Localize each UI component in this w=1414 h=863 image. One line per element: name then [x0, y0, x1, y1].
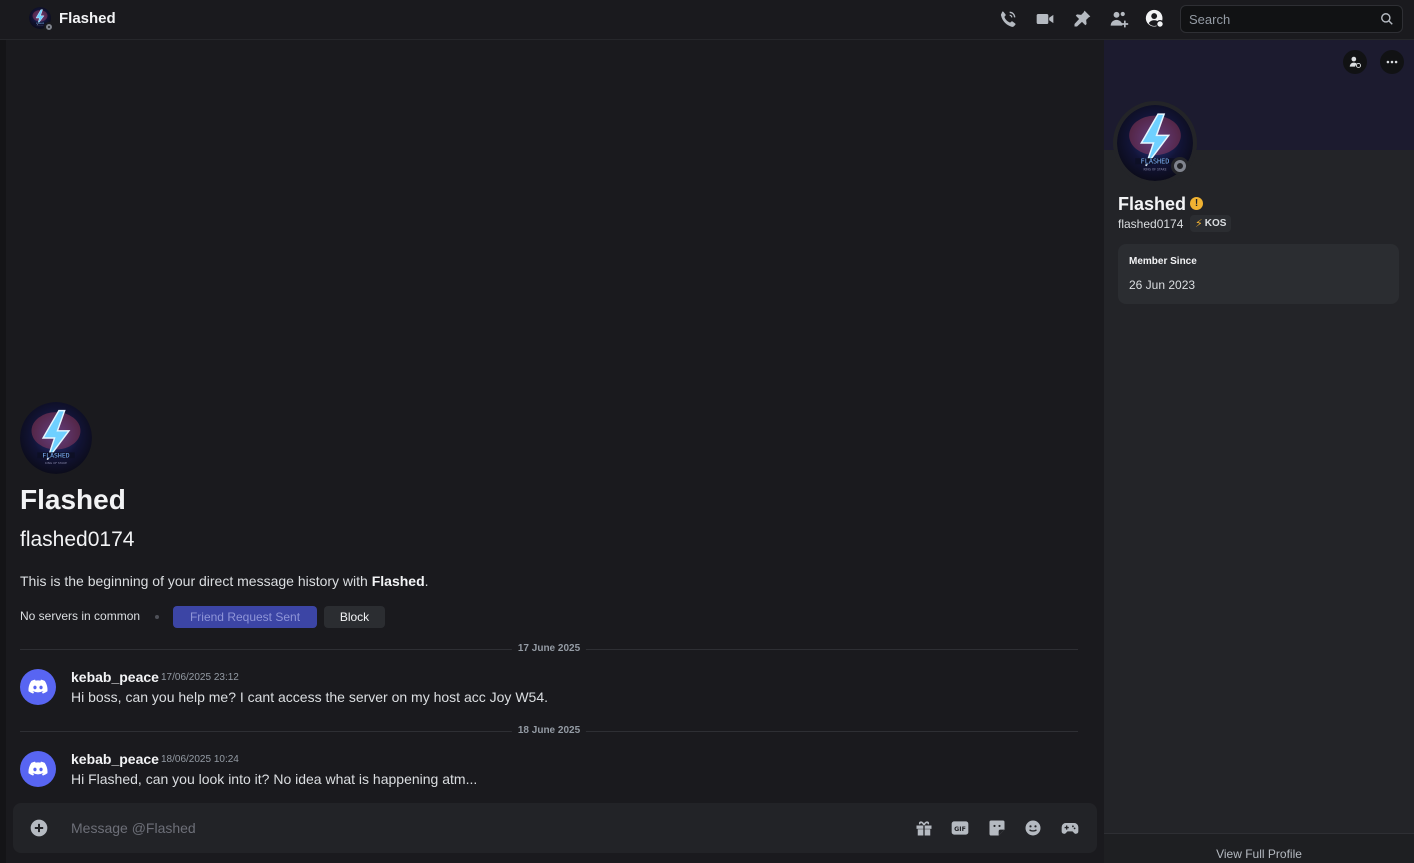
member-since-label: Member Since	[1129, 256, 1197, 267]
intro-avatar	[20, 402, 92, 474]
intro-username: flashed0174	[20, 528, 135, 551]
member-since-card: Member Since 26 Jun 2023	[1118, 244, 1399, 304]
block-button[interactable]: Block	[324, 606, 385, 628]
message-text: Hi Flashed, can you look into it? No ide…	[71, 771, 478, 787]
discord-logo-icon	[27, 676, 49, 698]
emoji-icon[interactable]	[1023, 818, 1043, 838]
friend-request-sent-button[interactable]: Friend Request Sent	[173, 606, 317, 628]
svg-text:GIF: GIF	[954, 826, 966, 833]
message-composer: GIF	[13, 803, 1097, 853]
message-avatar[interactable]	[20, 669, 56, 705]
game-icon[interactable]	[1060, 818, 1080, 838]
profile-display-name: Flashed	[1118, 194, 1187, 214]
add-attachment-icon[interactable]	[29, 818, 49, 838]
message-text: Hi boss, can you help me? I cant access …	[71, 689, 548, 705]
date-divider-label: 17 June 2025	[511, 643, 587, 654]
top-bar: Flashed	[0, 0, 1414, 40]
pin-icon[interactable]	[1072, 9, 1092, 29]
member-since-value: 26 Jun 2023	[1129, 278, 1196, 292]
chat-area: Flashed flashed0174 This is the beginnin…	[6, 40, 1104, 863]
offline-status-icon	[44, 22, 54, 32]
discord-logo-icon	[27, 758, 49, 780]
search-icon	[1381, 13, 1393, 25]
message-author[interactable]: kebab_peace	[71, 669, 159, 685]
flashed-avatar-icon	[20, 402, 92, 474]
message-timestamp: 17/06/2025 23:12	[161, 672, 239, 683]
intro-display-name: Flashed	[20, 484, 126, 515]
gif-icon[interactable]: GIF	[950, 818, 970, 838]
user-profile-icon[interactable]	[1145, 9, 1165, 29]
intro-beginning-name: Flashed	[371, 573, 425, 589]
intro-beginning-end: .	[424, 573, 429, 589]
profile-footer: View Full Profile	[1104, 833, 1414, 863]
profile-username: flashed0174	[1118, 217, 1184, 231]
profile-panel: Flashed ! flashed0174 ⚡ KOS Member Since…	[1104, 40, 1414, 863]
warning-icon[interactable]: !	[1190, 197, 1203, 210]
message-author[interactable]: kebab_peace	[71, 751, 159, 767]
gift-icon[interactable]	[914, 818, 934, 838]
lightning-icon: ⚡	[1195, 218, 1203, 230]
date-divider-label: 18 June 2025	[511, 725, 587, 736]
add-note-icon[interactable]	[1343, 50, 1367, 74]
call-icon[interactable]	[998, 9, 1018, 29]
search-input[interactable]	[1189, 11, 1380, 27]
intro-beginning-prefix: This is the beginning of your direct mes…	[20, 573, 372, 589]
dot-separator	[155, 615, 159, 619]
message-timestamp: 18/06/2025 10:24	[161, 754, 239, 765]
date-divider: 17 June 2025	[20, 643, 1078, 654]
add-friend-icon[interactable]	[1109, 9, 1129, 29]
no-servers-in-common: No servers in common	[20, 609, 141, 623]
sticker-icon[interactable]	[987, 818, 1007, 838]
dm-title[interactable]: Flashed	[59, 10, 116, 27]
more-options-icon[interactable]	[1380, 50, 1404, 74]
view-full-profile-link[interactable]: View Full Profile	[1104, 847, 1414, 861]
date-divider: 18 June 2025	[20, 725, 1078, 736]
message-input[interactable]	[71, 817, 871, 839]
offline-status-icon	[1171, 157, 1189, 175]
message-avatar[interactable]	[20, 751, 56, 787]
video-icon[interactable]	[1035, 9, 1055, 29]
server-tag-badge[interactable]: ⚡ KOS	[1190, 215, 1232, 232]
intro-beginning-text: This is the beginning of your direct mes…	[20, 573, 429, 589]
dm-avatar[interactable]	[29, 7, 54, 32]
search-bar[interactable]	[1180, 5, 1403, 33]
server-tag-label: KOS	[1204, 218, 1227, 229]
